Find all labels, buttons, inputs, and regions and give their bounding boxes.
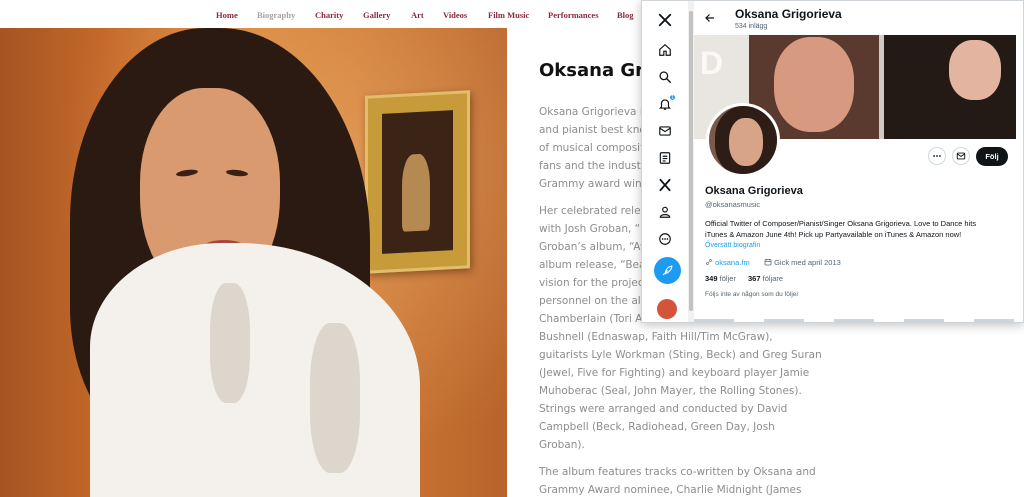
- profile-icon[interactable]: [658, 205, 672, 219]
- nav-gallery[interactable]: Gallery: [363, 10, 390, 20]
- post-count: 534 inlägg: [735, 23, 768, 30]
- article-line: and pianist best know: [539, 124, 655, 136]
- nav-biography[interactable]: Biography: [257, 10, 295, 20]
- envelope-icon: [956, 152, 966, 160]
- article-line: Strings were arranged and conducted by D…: [539, 403, 788, 415]
- article-line: Muhoberac (Seal, John Mayer, the Rolling…: [539, 385, 802, 397]
- joined-date: Gick med april 2013: [774, 258, 841, 267]
- following-count: 349: [705, 274, 718, 283]
- nav-art[interactable]: Art: [411, 10, 424, 20]
- hero-photo: [0, 28, 507, 497]
- article-line: album release, “Beau: [539, 259, 653, 271]
- x-sidebar: 1: [642, 1, 688, 322]
- followers-count: 367: [748, 274, 761, 283]
- mutual-followers-note: Följs inte av någon som du följer: [705, 291, 799, 298]
- article-line: Her celebrated relea: [539, 205, 647, 217]
- profile-tabs[interactable]: [694, 319, 1023, 322]
- nav-film-music[interactable]: Film Music: [488, 10, 529, 20]
- article-line: fans and the industry: [539, 160, 652, 172]
- article-line: Grammy award winni: [539, 178, 652, 190]
- premium-x-icon[interactable]: [658, 178, 672, 192]
- picture-frame: [365, 90, 470, 274]
- more-options-button[interactable]: [928, 147, 946, 165]
- website-row: oksana.fm: [705, 258, 750, 267]
- followers-label: följare: [762, 274, 784, 283]
- article-line: Groban’s album, “Awa: [539, 241, 655, 253]
- website-link[interactable]: oksana.fm: [715, 258, 750, 267]
- calendar-icon: [764, 259, 772, 266]
- profile-bio-line: Official Twitter of Composer/Pianist/Sin…: [705, 219, 977, 228]
- profile-avatar[interactable]: [706, 103, 780, 177]
- header-profile-name: Oksana Grigorieva: [735, 7, 842, 21]
- translate-bio-link[interactable]: Översätt biografin: [705, 242, 760, 249]
- joined-row: Gick med april 2013: [764, 258, 841, 267]
- article-line: of musical compositio: [539, 142, 654, 154]
- article-line: guitarists Lyle Workman (Sting, Beck) an…: [539, 349, 822, 361]
- nav-charity[interactable]: Charity: [315, 10, 343, 20]
- nav-home[interactable]: Home: [216, 10, 238, 20]
- article-line: vision for the project,: [539, 277, 652, 289]
- message-button[interactable]: [952, 147, 970, 165]
- profile-name: Oksana Grigorieva: [705, 185, 803, 197]
- article-line: The album features tracks co-written by …: [539, 466, 816, 478]
- article-line: Chamberlain (Tori Am: [539, 313, 653, 325]
- following-label: följer: [719, 274, 736, 283]
- account-avatar[interactable]: [657, 299, 677, 319]
- article-line: (Jewel, Five for Fighting) and keyboard …: [539, 367, 810, 379]
- followers-stat[interactable]: 367 följare: [748, 274, 783, 283]
- x-logo-icon[interactable]: [658, 13, 672, 27]
- ellipsis-icon: [933, 155, 941, 157]
- article-line: personnel on the albu: [539, 295, 655, 307]
- x-profile-window: 1 Oksana Grigorieva 534 inlägg D Följ Ok…: [641, 0, 1024, 323]
- article-line: with Josh Groban, “u: [539, 223, 647, 235]
- following-stat[interactable]: 349 följer: [705, 274, 736, 283]
- post-button[interactable]: [654, 257, 681, 284]
- feather-icon: [662, 265, 673, 276]
- profile-handle: @oksanasmusic: [705, 200, 761, 209]
- profile-header: Oksana Grigorieva 534 inlägg: [694, 1, 1023, 35]
- link-icon: [706, 259, 712, 265]
- article-line: Grammy Award nominee, Charlie Midnight (…: [539, 484, 802, 496]
- search-icon[interactable]: [658, 70, 672, 84]
- article-line: Bushnell (Ednaswap, Faith Hill/Tim McGra…: [539, 331, 773, 343]
- article-line: Groban).: [539, 439, 585, 451]
- back-arrow-icon[interactable]: [704, 12, 716, 24]
- article-line: Oksana Grigorieva is: [539, 106, 649, 118]
- nav-blog[interactable]: Blog: [617, 10, 634, 20]
- messages-icon[interactable]: [658, 124, 672, 138]
- lists-icon[interactable]: [658, 151, 672, 165]
- nav-videos[interactable]: Videos: [443, 10, 467, 20]
- article-line: Campbell (Beck, Radiohead, Green Day, Jo…: [539, 421, 775, 433]
- follow-button[interactable]: Följ: [976, 147, 1008, 166]
- profile-bio-line: iTunes & Amazon June 4th! Pick up Partya…: [705, 230, 962, 239]
- nav-performances[interactable]: Performances: [548, 10, 599, 20]
- notification-badge: 1: [669, 94, 676, 101]
- more-icon[interactable]: [658, 232, 672, 246]
- home-icon[interactable]: [658, 43, 672, 57]
